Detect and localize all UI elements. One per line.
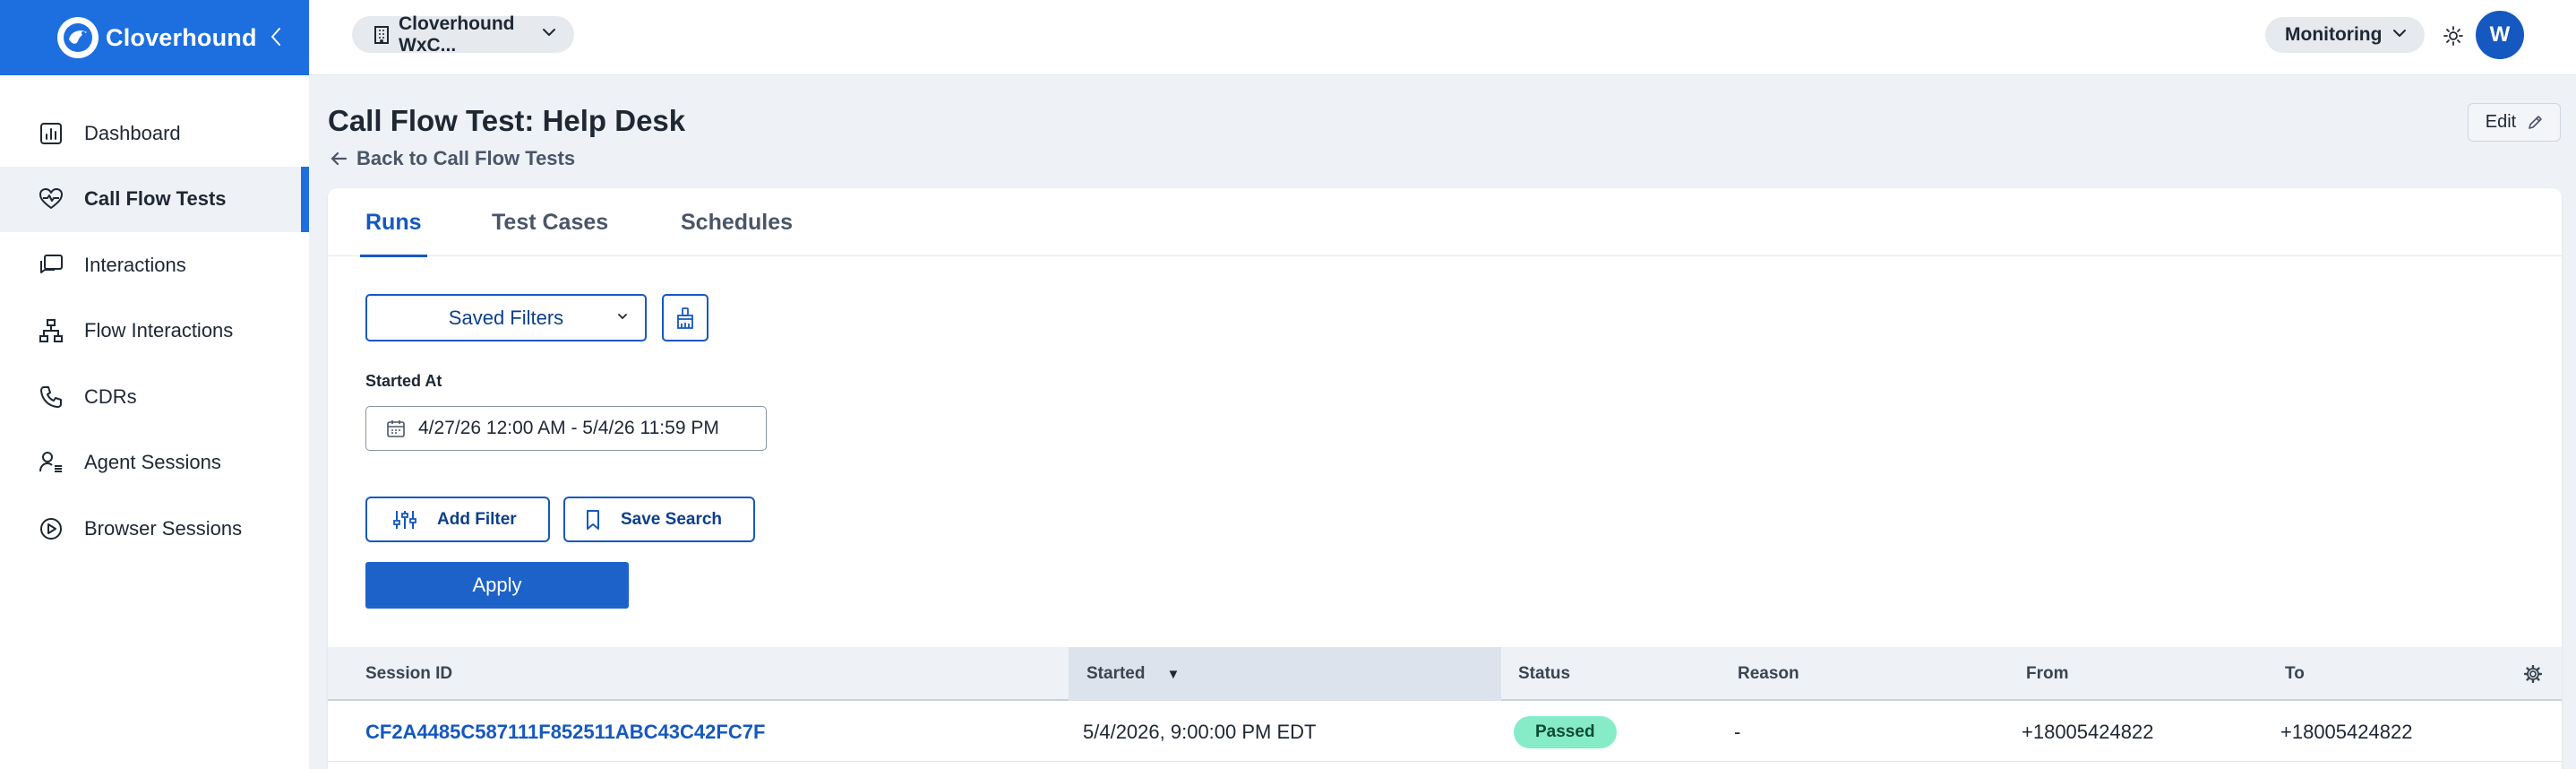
cloverhound-logo-icon bbox=[57, 17, 99, 58]
column-header-reason[interactable]: Reason bbox=[1738, 647, 1799, 701]
reason-cell: - bbox=[1734, 721, 1741, 743]
column-header-label: Started bbox=[1086, 664, 1146, 683]
sidebar-item-label: Agent Sessions bbox=[84, 451, 221, 474]
back-link-label: Back to Call Flow Tests bbox=[356, 147, 576, 169]
brush-icon bbox=[674, 307, 696, 330]
sidebar-item-label: Interactions bbox=[84, 253, 186, 276]
sidebar-item-label: Browser Sessions bbox=[84, 516, 243, 540]
building-icon bbox=[374, 25, 390, 45]
sidebar-item-call-flow-tests[interactable]: Call Flow Tests bbox=[0, 166, 309, 232]
status-cell: Passed bbox=[1514, 703, 1617, 762]
gear-icon[interactable] bbox=[2524, 665, 2542, 683]
clear-filters-button[interactable] bbox=[662, 294, 708, 341]
status-badge: Passed bbox=[1514, 716, 1617, 748]
column-header-status[interactable]: Status bbox=[1518, 647, 1570, 701]
mode-selector[interactable]: Monitoring bbox=[2265, 17, 2425, 53]
table-header: Session ID Started ▼ Status Reason From … bbox=[328, 647, 2562, 701]
sidebar-item-browser-sessions[interactable]: Browser Sessions bbox=[0, 496, 309, 562]
sun-icon[interactable] bbox=[2439, 22, 2468, 50]
sidebar-item-label: Dashboard bbox=[84, 121, 181, 144]
sliders-icon bbox=[392, 509, 417, 531]
sidebar-item-label: CDRs bbox=[84, 384, 137, 408]
page-title: Call Flow Test: Help Desk bbox=[328, 104, 686, 137]
sort-descending-icon: ▼ bbox=[1166, 666, 1181, 682]
avatar[interactable]: W bbox=[2476, 11, 2524, 59]
saved-filters-label: Saved Filters bbox=[448, 306, 564, 329]
bar-chart-icon bbox=[38, 120, 64, 147]
play-circle-icon bbox=[38, 515, 64, 542]
back-link[interactable]: Back to Call Flow Tests bbox=[330, 147, 575, 170]
heart-pulse-icon bbox=[38, 186, 64, 212]
chevron-down-icon bbox=[2392, 28, 2407, 39]
chevron-down-icon bbox=[616, 311, 629, 322]
chat-bubbles-icon bbox=[38, 252, 64, 279]
from-cell: +18005424822 bbox=[2022, 721, 2154, 743]
sidebar-item-flow-interactions[interactable]: Flow Interactions bbox=[0, 298, 309, 365]
edit-button[interactable]: Edit bbox=[2468, 103, 2561, 142]
save-search-button[interactable]: Save Search bbox=[563, 497, 755, 542]
tab-bar: Runs Test Cases Schedules bbox=[328, 188, 2562, 257]
brand-header[interactable]: Cloverhound bbox=[0, 0, 309, 75]
sidebar-item-interactions[interactable]: Interactions bbox=[0, 232, 309, 298]
add-filter-label: Add Filter bbox=[437, 509, 517, 529]
to-cell: +18005424822 bbox=[2280, 721, 2413, 743]
bookmark-icon bbox=[585, 509, 601, 531]
pencil-icon bbox=[2527, 115, 2543, 131]
sidebar-item-dashboard[interactable]: Dashboard bbox=[0, 100, 309, 167]
arrow-left-icon bbox=[330, 151, 348, 167]
chevron-down-icon bbox=[542, 27, 556, 38]
started-at-label: Started At bbox=[365, 372, 442, 390]
sidebar-item-agent-sessions[interactable]: Agent Sessions bbox=[0, 430, 309, 497]
tab-runs[interactable]: Runs bbox=[360, 188, 426, 257]
date-range-input[interactable]: 4/27/26 12:00 AM - 5/4/26 11:59 PM bbox=[365, 406, 767, 451]
column-header-from[interactable]: From bbox=[2026, 647, 2069, 701]
sidebar-item-label: Call Flow Tests bbox=[84, 187, 227, 211]
sitemap-icon bbox=[38, 317, 64, 344]
session-id-link[interactable]: CF2A4485C587111F852511ABC43C42FC7F bbox=[365, 703, 765, 762]
column-header-to[interactable]: To bbox=[2285, 647, 2305, 701]
user-list-icon bbox=[38, 449, 64, 476]
date-range-value: 4/27/26 12:00 AM - 5/4/26 11:59 PM bbox=[418, 418, 719, 438]
brand-name: Cloverhound bbox=[106, 23, 257, 51]
org-selector[interactable]: Cloverhound WxC... bbox=[352, 13, 574, 56]
runs-card: Runs Test Cases Schedules Saved Filters … bbox=[328, 188, 2562, 769]
sidebar: Cloverhound Dashboard Call Flow Tests In… bbox=[0, 0, 309, 769]
add-filter-button[interactable]: Add Filter bbox=[365, 497, 550, 542]
saved-filters-dropdown[interactable]: Saved Filters bbox=[365, 294, 647, 341]
tab-test-cases[interactable]: Test Cases bbox=[492, 188, 608, 256]
phone-icon bbox=[38, 384, 64, 410]
tab-schedules[interactable]: Schedules bbox=[681, 188, 793, 256]
calendar-icon bbox=[386, 419, 406, 438]
apply-button[interactable]: Apply bbox=[365, 562, 629, 609]
save-search-label: Save Search bbox=[621, 509, 723, 529]
column-header-started[interactable]: Started ▼ bbox=[1069, 647, 1501, 701]
column-header-session-id[interactable]: Session ID bbox=[365, 647, 452, 701]
sidebar-item-cdrs[interactable]: CDRs bbox=[0, 364, 309, 430]
mode-label: Monitoring bbox=[2285, 24, 2383, 45]
chevron-left-icon[interactable] bbox=[261, 22, 291, 52]
table-row[interactable]: CF2A4485C587111F852511ABC43C42FC7F 5/4/2… bbox=[328, 703, 2562, 762]
sidebar-nav: Dashboard Call Flow Tests Interactions F… bbox=[0, 75, 309, 562]
started-cell: 5/4/2026, 9:00:00 PM EDT bbox=[1083, 721, 1317, 743]
sidebar-item-label: Flow Interactions bbox=[84, 319, 234, 342]
top-bar: Cloverhound WxC... Monitoring W bbox=[309, 0, 2576, 75]
edit-button-label: Edit bbox=[2485, 112, 2517, 132]
